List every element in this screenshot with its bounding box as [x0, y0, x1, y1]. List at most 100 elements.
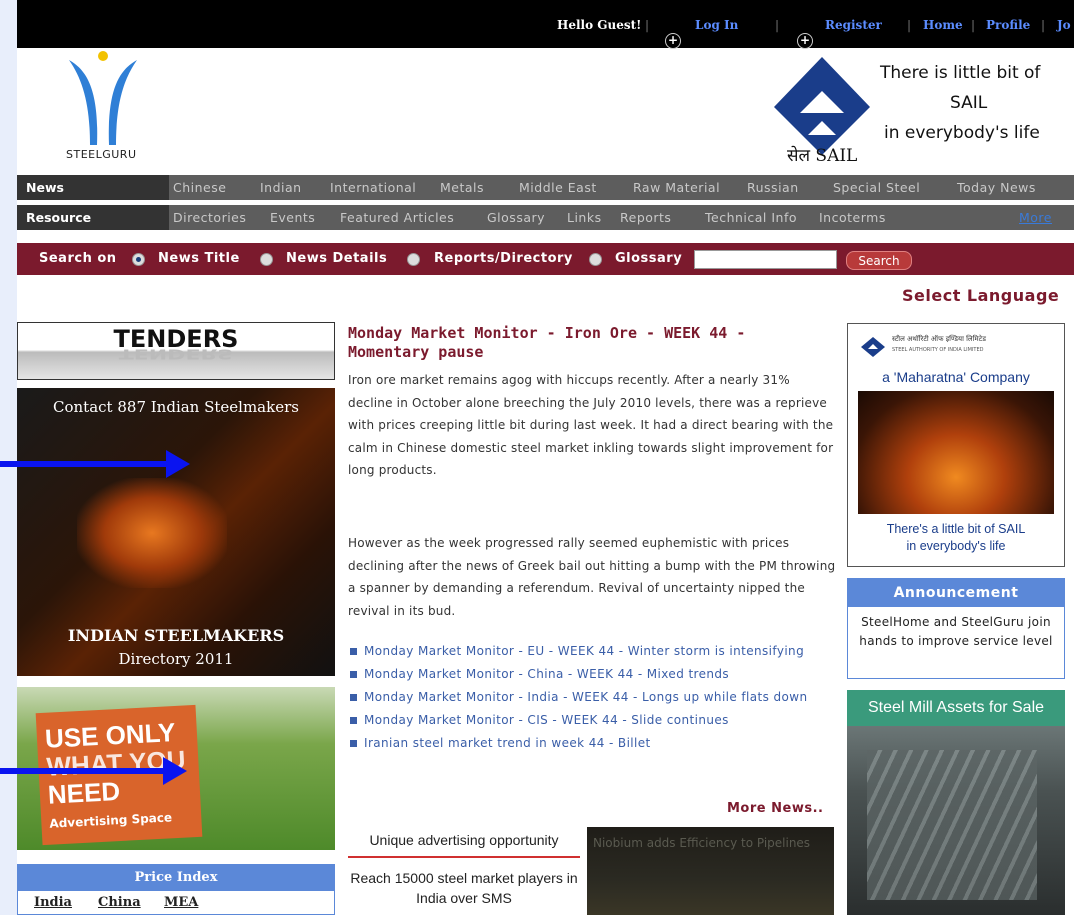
arrow-icon [0, 450, 190, 478]
sail-brand: सेल SAIL [787, 146, 858, 166]
jo-link[interactable]: Jo [1057, 18, 1071, 32]
article-paragraph-1: Iron ore market remains agog with hiccup… [348, 373, 834, 477]
nav-item[interactable]: International [330, 175, 416, 200]
sail-banner-ad[interactable]: There is little bit of SAIL in everybody… [772, 55, 1072, 170]
divider: | [971, 18, 976, 32]
price-tab-china[interactable]: China [98, 895, 141, 910]
nav-item[interactable]: Chinese [173, 175, 226, 200]
sail-banner-line1: There is little bit of [880, 63, 1041, 83]
nav-item[interactable]: Links [567, 205, 602, 230]
unique-ad-body: Reach 15000 steel market players in Indi… [350, 870, 578, 906]
news-list: Monday Market Monitor - EU - WEEK 44 - W… [348, 640, 828, 755]
price-index-box: Price Index India China MEA [17, 864, 335, 915]
furnace-glow [77, 478, 227, 588]
search-label: Search on [39, 251, 117, 266]
news-list-item[interactable]: Iranian steel market trend in week 44 - … [348, 732, 828, 755]
pipeline-ad[interactable]: Niobium adds Efficiency to Pipelines [587, 827, 834, 915]
select-language[interactable]: Select Language [902, 286, 1059, 305]
nav-item[interactable]: Russian [747, 175, 799, 200]
nav-item[interactable]: Glossary [487, 205, 545, 230]
nav-item[interactable]: Raw Material [633, 175, 720, 200]
announcement-title: Announcement [848, 579, 1064, 607]
tenders-reflection: TENDERS [118, 346, 234, 361]
more-news-link[interactable]: More News.. [727, 801, 823, 816]
nav-resource-row: Resource Directories Events Featured Art… [17, 205, 1074, 230]
sail-banner-line3: in everybody's life [884, 123, 1040, 143]
search-input[interactable] [694, 250, 837, 269]
nav-more-link[interactable]: More [1019, 205, 1052, 230]
sail-logo-icon [861, 337, 885, 357]
radio-label: Glossary [615, 251, 683, 266]
furnace-image [858, 391, 1054, 514]
nav-item[interactable]: Today News [957, 175, 1036, 200]
news-list-item[interactable]: Monday Market Monitor - CIS - WEEK 44 - … [348, 709, 828, 732]
register-link[interactable]: Register [825, 18, 882, 32]
divider: | [645, 18, 650, 32]
article-title[interactable]: Monday Market Monitor - Iron Ore - WEEK … [348, 324, 818, 362]
steel-mill-assets-ad[interactable]: Steel Mill Assets for Sale [847, 690, 1065, 915]
radio-glossary[interactable] [589, 253, 602, 266]
steelmakers-title: INDIAN STEELMAKERS [67, 626, 285, 645]
nav-item[interactable]: Indian [260, 175, 302, 200]
nav-item[interactable]: Special Steel [833, 175, 920, 200]
steelmakers-sub: Directory 2011 [118, 650, 234, 668]
divider: | [1041, 18, 1046, 32]
search-bar: Search on News Title News Details Report… [17, 243, 1074, 275]
ad-sign-line3: NEED [47, 775, 121, 810]
radio-label: News Title [158, 251, 240, 266]
nav-resource-items: Directories Events Featured Articles Glo… [169, 205, 1074, 230]
login-link[interactable]: Log In [695, 18, 738, 32]
unique-advertising-ad[interactable]: Unique advertising opportunity Reach 150… [348, 825, 580, 915]
nav-item[interactable]: Featured Articles [340, 205, 454, 230]
search-button[interactable]: Search [846, 251, 912, 270]
ad-sign-label: Advertising Space [49, 810, 173, 831]
nav-item[interactable]: Middle East [519, 175, 597, 200]
nav-news-head[interactable]: News [17, 175, 169, 200]
announcement-body[interactable]: SteelHome and SteelGuru join hands to im… [848, 607, 1064, 651]
mill-rollers-image [867, 750, 1037, 900]
pipeline-ad-text: Niobium adds Efficiency to Pipelines [593, 836, 811, 850]
mill-ad-title: Steel Mill Assets for Sale [847, 690, 1065, 726]
maharatna-text: a 'Maharatna' Company [882, 369, 1030, 385]
sail-tagline-1: There's a little bit of SAIL [886, 522, 1026, 536]
divider: | [775, 18, 780, 32]
sail-banner-line2: SAIL [950, 93, 988, 113]
nav-resource-head[interactable]: Resource [17, 205, 169, 230]
profile-link[interactable]: Profile [986, 18, 1030, 32]
price-index-title: Price Index [18, 865, 334, 891]
announcement-box: Announcement SteelHome and SteelGuru joi… [847, 578, 1065, 679]
news-list-item[interactable]: Monday Market Monitor - China - WEEK 44 … [348, 663, 828, 686]
sail-tagline-2: in everybody's life [906, 539, 1006, 553]
radio-reports-directory[interactable] [407, 253, 420, 266]
nav-item[interactable]: Technical Info [705, 205, 797, 230]
indian-steelmakers-ad[interactable]: Contact 887 Indian Steelmakers INDIAN ST… [17, 388, 335, 676]
unique-ad-title: Unique advertising opportunity [348, 825, 580, 858]
tenders-banner[interactable]: TENDERS TENDERS [17, 322, 335, 380]
article-paragraph-2: However as the week progressed rally see… [348, 536, 836, 618]
page-background [0, 0, 17, 915]
price-tab-mea[interactable]: MEA [164, 895, 198, 910]
price-tab-india[interactable]: India [34, 895, 72, 910]
top-bar: Hello Guest! | + Log In | + Register | H… [17, 0, 1074, 49]
radio-news-title[interactable] [132, 253, 145, 266]
nav-item[interactable]: Incoterms [819, 205, 886, 230]
nav-item[interactable]: Directories [173, 205, 246, 230]
divider: | [907, 18, 912, 32]
news-list-item[interactable]: Monday Market Monitor - India - WEEK 44 … [348, 686, 828, 709]
nav-item[interactable]: Reports [620, 205, 671, 230]
greeting-text: Hello Guest! [557, 18, 642, 32]
radio-label: Reports/Directory [434, 251, 573, 266]
nav-item[interactable]: Events [270, 205, 315, 230]
steelmakers-contact: Contact 887 Indian Steelmakers [53, 398, 299, 416]
nav-item[interactable]: Metals [440, 175, 484, 200]
arrow-icon [0, 757, 187, 785]
news-list-item[interactable]: Monday Market Monitor - EU - WEEK 44 - W… [348, 640, 828, 663]
sail-maharatna-ad[interactable]: स्टील अथॉरिटी ऑफ इण्डिया लिमिटेड STEEL A… [847, 323, 1065, 567]
logo-text: STEELGURU [66, 148, 137, 161]
home-link[interactable]: Home [923, 18, 963, 32]
nav-news-items: Chinese Indian International Metals Midd… [169, 175, 1074, 200]
sail-english-name: STEEL AUTHORITY OF INDIA LIMITED [892, 347, 984, 353]
radio-news-details[interactable] [260, 253, 273, 266]
sail-hindi-name: स्टील अथॉरिटी ऑफ इण्डिया लिमिटेड [892, 335, 986, 343]
nav-news-row: News Chinese Indian International Metals… [17, 175, 1074, 200]
